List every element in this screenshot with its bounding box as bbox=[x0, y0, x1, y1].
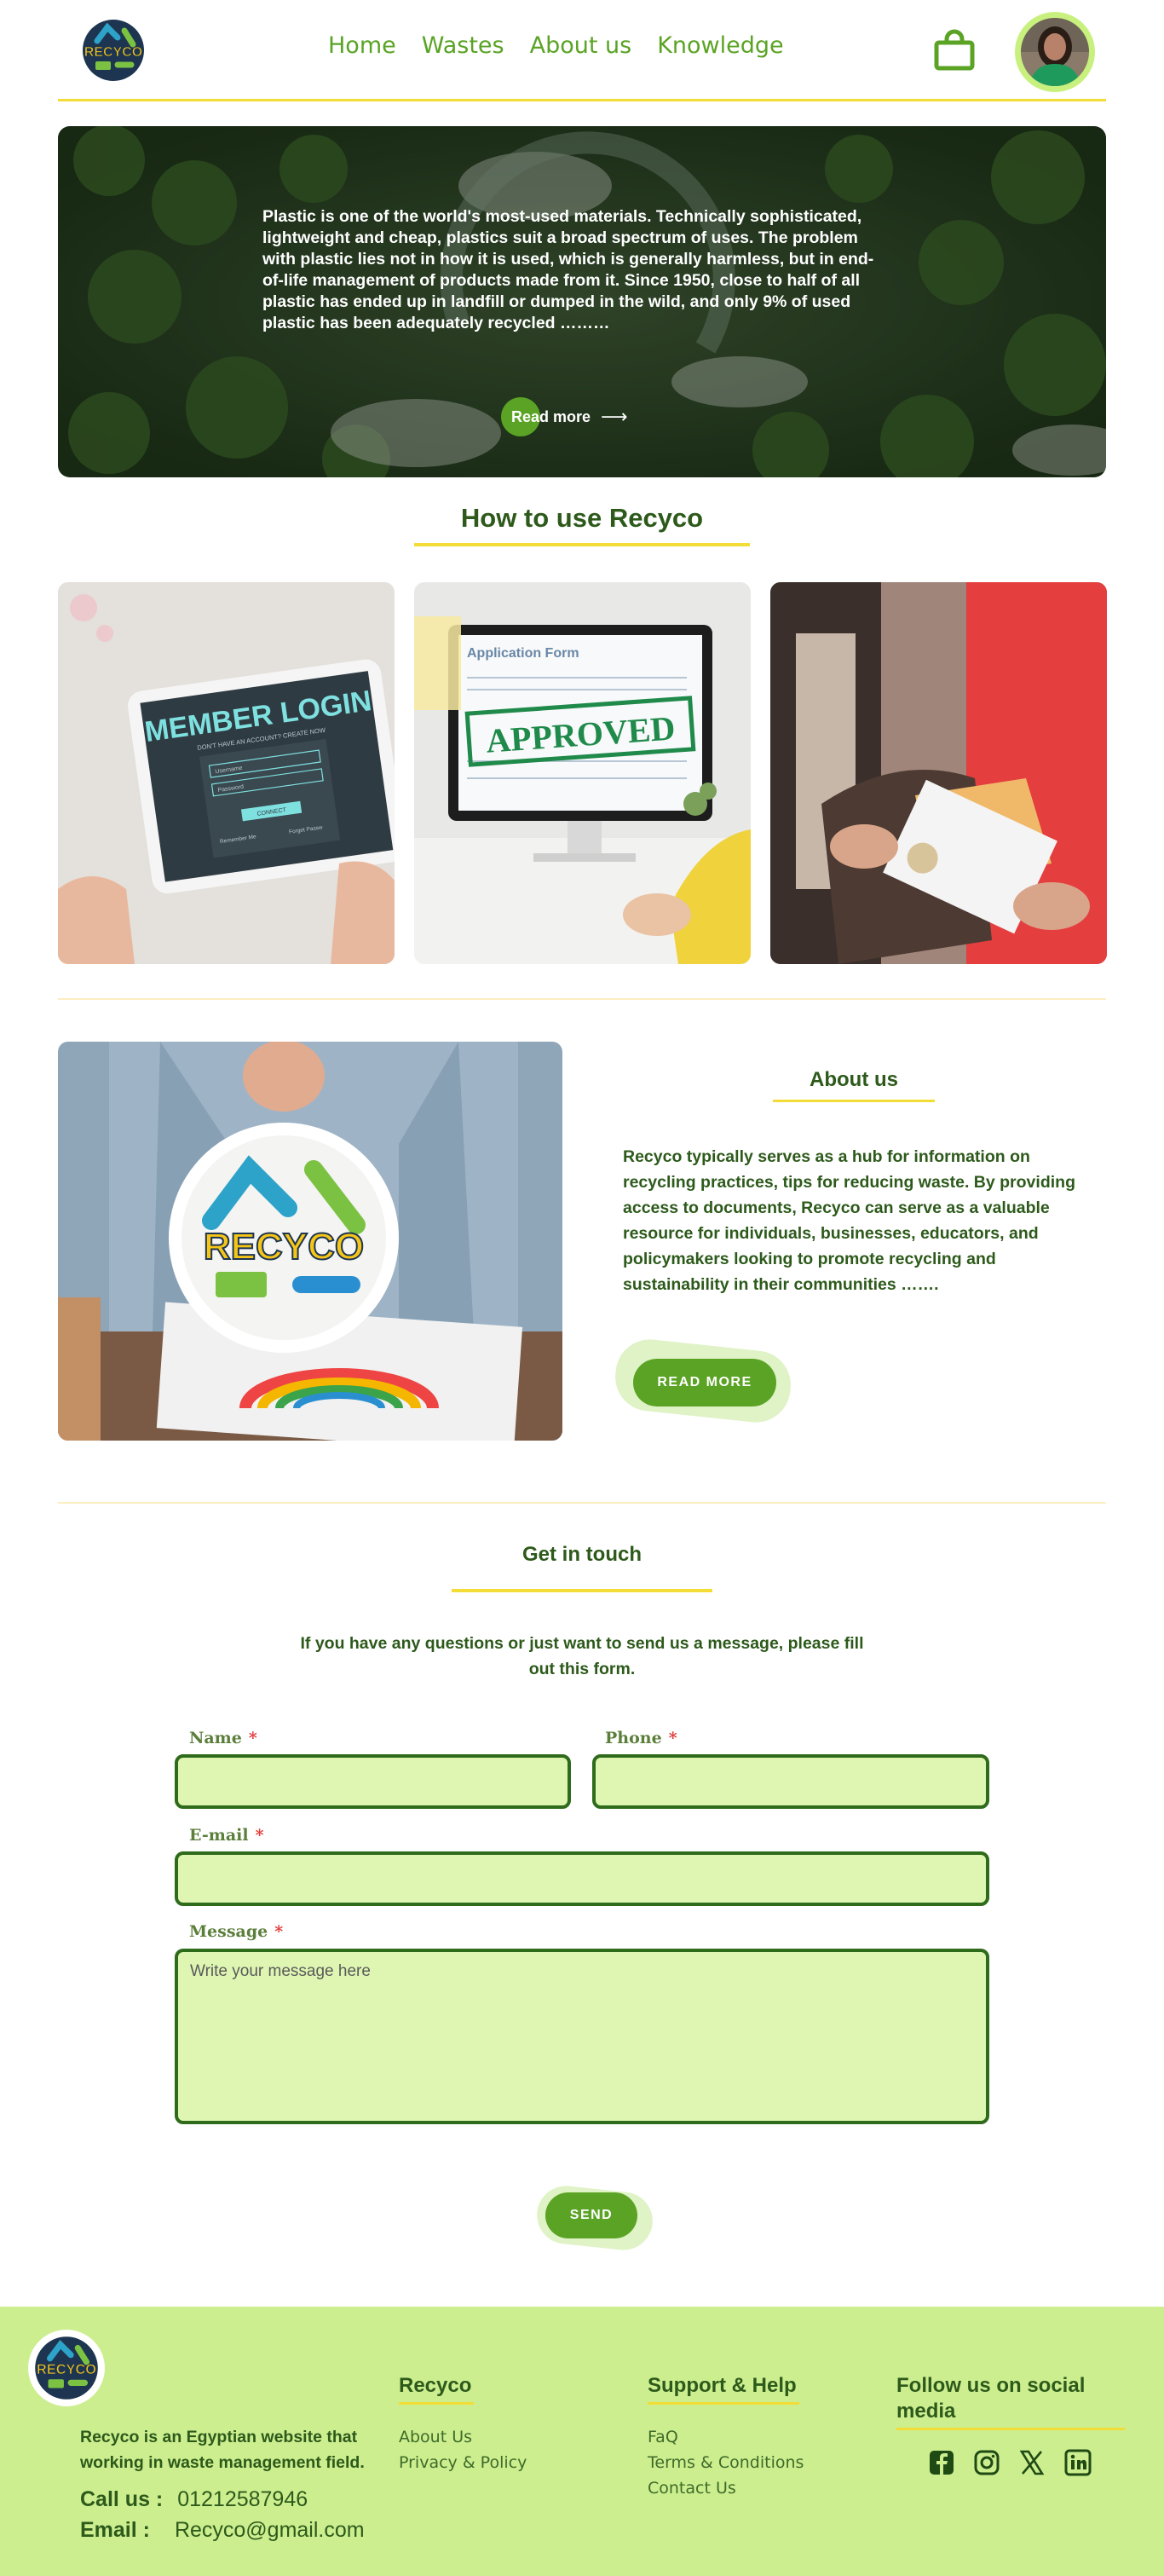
user-avatar[interactable] bbox=[1015, 12, 1095, 92]
logo[interactable]: RECYCO bbox=[75, 12, 152, 89]
footer-col2-underline bbox=[648, 2402, 799, 2405]
footer-col1-title: Recyco bbox=[399, 2374, 472, 2397]
footer-logo[interactable]: RECYCO bbox=[27, 2329, 106, 2407]
contact-underline bbox=[452, 1589, 712, 1592]
footer-email-label: Email : bbox=[80, 2518, 150, 2542]
required-star-icon: * bbox=[248, 1729, 257, 1747]
email-label-text: E-mail bbox=[189, 1826, 249, 1845]
about-image: RECYCO bbox=[58, 1042, 562, 1441]
logo-text: RECYCO bbox=[84, 45, 142, 60]
email-field[interactable] bbox=[175, 1851, 989, 1906]
phone-field[interactable] bbox=[592, 1754, 989, 1809]
footer-link-about-us[interactable]: About Us bbox=[399, 2428, 472, 2446]
facebook-icon[interactable] bbox=[927, 2448, 956, 2477]
nav-home[interactable]: Home bbox=[328, 32, 396, 59]
how-to-card-login[interactable]: MEMBER LOGIN DON'T HAVE AN ACCOUNT? CREA… bbox=[58, 582, 395, 964]
footer-col3-title: Follow us on social media bbox=[896, 2374, 1086, 2423]
hero-read-more-label: Read more bbox=[511, 407, 591, 425]
email-label: E-mail * bbox=[189, 1826, 264, 1845]
how-to-card-delivery[interactable] bbox=[770, 582, 1107, 964]
site-header: RECYCO Home Wastes About us Knowledge bbox=[0, 0, 1164, 101]
how-to-underline bbox=[414, 543, 750, 546]
footer-col1-underline bbox=[399, 2402, 474, 2405]
send-button[interactable]: SEND bbox=[545, 2192, 637, 2238]
header-divider bbox=[58, 99, 1106, 101]
footer-link-faq[interactable]: FaQ bbox=[648, 2428, 678, 2446]
required-star-icon: * bbox=[274, 1922, 284, 1941]
instagram-icon[interactable] bbox=[972, 2448, 1001, 2477]
site-footer: RECYCO Recyco is an Egyptian website tha… bbox=[0, 2307, 1164, 2576]
name-field[interactable] bbox=[175, 1754, 571, 1809]
contact-intro: If you have any questions or just want t… bbox=[300, 1634, 864, 1678]
hero-banner: Plastic is one of the world's most-used … bbox=[58, 126, 1106, 477]
footer-logo-text: RECYCO bbox=[37, 2362, 96, 2377]
nav-knowledge[interactable]: Knowledge bbox=[657, 32, 783, 59]
hero-read-more-button[interactable]: Read more ⟶ bbox=[501, 397, 628, 436]
x-icon[interactable] bbox=[1017, 2448, 1046, 2477]
about-read-more-button[interactable]: READ MORE bbox=[633, 1359, 776, 1406]
about-underline bbox=[773, 1100, 935, 1102]
how-to-title: How to use Recyco bbox=[460, 503, 704, 533]
footer-link-terms[interactable]: Terms & Conditions bbox=[648, 2453, 804, 2472]
section-divider-1 bbox=[58, 998, 1106, 1000]
hero-paragraph: Plastic is one of the world's most-used … bbox=[262, 207, 874, 332]
footer-col3-underline bbox=[896, 2428, 1125, 2430]
main-nav: Home Wastes About us Knowledge bbox=[328, 32, 784, 59]
nav-about-us[interactable]: About us bbox=[530, 32, 632, 59]
phone-label: Phone * bbox=[605, 1729, 677, 1747]
application-form-title: Application Form bbox=[467, 646, 579, 661]
arrow-right-icon: ⟶ bbox=[601, 406, 628, 428]
required-star-icon: * bbox=[668, 1729, 677, 1747]
message-label-text: Message bbox=[189, 1922, 268, 1941]
required-star-icon: * bbox=[255, 1826, 264, 1845]
footer-call: Call us : 01212587946 bbox=[80, 2487, 308, 2512]
about-title: About us bbox=[810, 1068, 898, 1091]
how-to-card-approved[interactable]: Application Form APPROVED bbox=[414, 582, 751, 964]
footer-link-contact-us[interactable]: Contact Us bbox=[648, 2479, 736, 2498]
footer-link-privacy-policy[interactable]: Privacy & Policy bbox=[399, 2453, 527, 2472]
footer-call-value[interactable]: 01212587946 bbox=[177, 2487, 308, 2511]
section-divider-2 bbox=[58, 1502, 1106, 1504]
nav-wastes[interactable]: Wastes bbox=[422, 32, 504, 59]
linkedin-icon[interactable] bbox=[1063, 2448, 1092, 2477]
phone-label-text: Phone bbox=[605, 1729, 662, 1747]
shopping-bag-icon[interactable] bbox=[932, 29, 977, 73]
footer-email-value[interactable]: Recyco@gmail.com bbox=[175, 2518, 365, 2542]
about-image-logo-text: RECYCO bbox=[204, 1226, 364, 1268]
contact-title: Get in touch bbox=[522, 1543, 642, 1566]
footer-call-label: Call us : bbox=[80, 2487, 164, 2511]
name-label-text: Name bbox=[189, 1729, 242, 1747]
footer-description: Recyco is an Egyptian website that worki… bbox=[80, 2428, 365, 2472]
about-paragraph: Recyco typically serves as a hub for inf… bbox=[623, 1147, 1075, 1294]
footer-col2-title: Support & Help bbox=[648, 2374, 797, 2397]
message-label: Message * bbox=[189, 1922, 283, 1941]
name-label: Name * bbox=[189, 1729, 257, 1747]
message-field[interactable] bbox=[175, 1949, 989, 2124]
footer-email: Email : Recyco@gmail.com bbox=[80, 2518, 365, 2543]
